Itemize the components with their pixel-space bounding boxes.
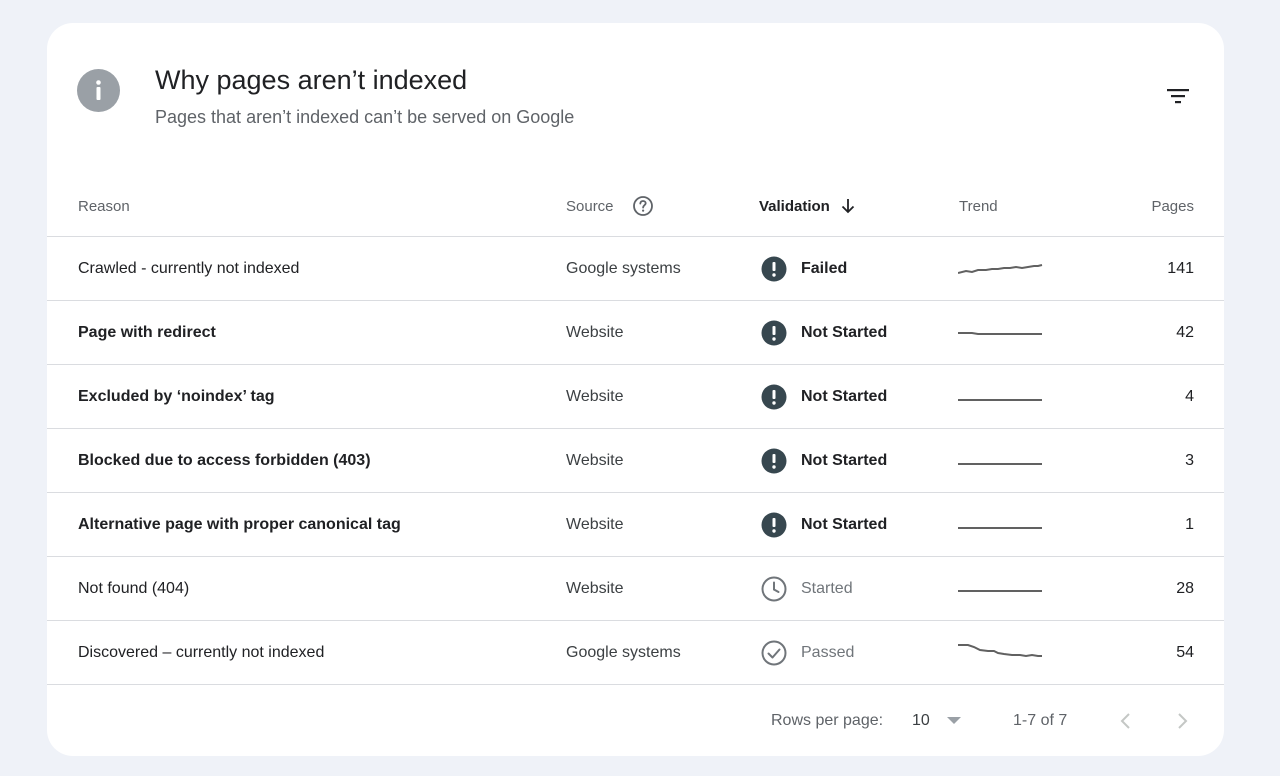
- page-title: Why pages aren’t indexed: [155, 65, 468, 95]
- row-reason: Not found (404): [78, 579, 190, 597]
- row-validation: Not Started: [760, 365, 887, 428]
- trend-sparkline: [958, 301, 1044, 364]
- alert-icon: [760, 447, 788, 475]
- previous-page-button[interactable]: [1108, 685, 1144, 756]
- column-header-trend: Trend: [959, 197, 998, 215]
- column-header-source[interactable]: Source: [566, 175, 654, 237]
- trend-sparkline: [958, 557, 1044, 620]
- row-pages: 141: [1167, 259, 1194, 277]
- row-source: Website: [566, 515, 624, 533]
- trend-sparkline: [958, 493, 1044, 556]
- alert-icon: [760, 255, 788, 283]
- table-header: Reason Source Validation Trend Pages: [47, 175, 1224, 237]
- alert-icon: [760, 511, 788, 539]
- validation-status: Not Started: [801, 323, 888, 341]
- row-source: Website: [566, 579, 624, 597]
- page-subtitle: Pages that aren’t indexed can’t be serve…: [155, 107, 575, 127]
- row-validation: Not Started: [760, 301, 887, 364]
- rows-per-page-select[interactable]: 10: [912, 685, 962, 756]
- row-pages: 42: [1176, 323, 1194, 341]
- trend-sparkline: [958, 429, 1044, 492]
- validation-status: Failed: [801, 259, 848, 277]
- validation-status: Not Started: [801, 451, 888, 469]
- table-row[interactable]: Blocked due to access forbidden (403) We…: [47, 429, 1224, 493]
- table-row[interactable]: Discovered – currently not indexed Googl…: [47, 621, 1224, 685]
- row-reason: Crawled - currently not indexed: [78, 259, 300, 277]
- row-source: Google systems: [566, 643, 681, 661]
- row-reason: Excluded by ‘noindex’ tag: [78, 387, 275, 405]
- table-row[interactable]: Alternative page with proper canonical t…: [47, 493, 1224, 557]
- chevron-right-icon: [1178, 712, 1188, 729]
- row-pages: 3: [1185, 451, 1194, 469]
- card-header: Why pages aren’t indexed Pages that aren…: [47, 23, 1224, 183]
- row-validation: Failed: [760, 237, 847, 300]
- row-pages: 28: [1176, 579, 1194, 597]
- row-source: Google systems: [566, 259, 681, 277]
- row-source: Website: [566, 323, 624, 341]
- filter-icon: [1167, 89, 1189, 104]
- row-reason: Alternative page with proper canonical t…: [78, 515, 401, 533]
- row-pages: 54: [1176, 643, 1194, 661]
- check-circle-icon: [760, 639, 788, 667]
- column-header-pages[interactable]: Pages: [1151, 175, 1194, 237]
- row-validation: Not Started: [760, 493, 887, 556]
- validation-status: Passed: [801, 643, 855, 661]
- row-validation: Passed: [760, 621, 854, 684]
- pagination-range: 1-7 of 7: [1013, 711, 1068, 729]
- trend-sparkline: [958, 365, 1044, 428]
- row-reason: Page with redirect: [78, 323, 216, 341]
- column-header-reason[interactable]: Reason: [78, 175, 130, 237]
- column-header-validation[interactable]: Validation: [759, 175, 856, 237]
- indexing-reasons-card: Why pages aren’t indexed Pages that aren…: [47, 23, 1224, 756]
- rows-per-page-label: Rows per page:: [771, 711, 884, 729]
- table-row[interactable]: Crawled - currently not indexed Google s…: [47, 237, 1224, 301]
- validation-status: Not Started: [801, 387, 888, 405]
- row-reason: Blocked due to access forbidden (403): [78, 451, 371, 469]
- info-icon: [77, 69, 120, 112]
- table-row[interactable]: Page with redirect Website Not Started 4…: [47, 301, 1224, 365]
- trend-sparkline: [958, 621, 1044, 684]
- table-row[interactable]: Not found (404) Website Started 28: [47, 557, 1224, 621]
- row-pages: 4: [1185, 387, 1194, 405]
- filter-button[interactable]: [1157, 75, 1199, 117]
- row-source: Website: [566, 451, 624, 469]
- pagination-footer: Rows per page: 10 1-7 of 7: [47, 685, 1224, 756]
- clock-icon: [760, 575, 788, 603]
- arrow-down-icon: [840, 197, 856, 215]
- row-validation: Started: [760, 557, 853, 620]
- validation-status: Not Started: [801, 515, 888, 533]
- chevron-left-icon: [1120, 712, 1130, 729]
- dropdown-arrow-icon: [946, 716, 962, 726]
- row-source: Website: [566, 387, 624, 405]
- row-reason: Discovered – currently not indexed: [78, 643, 325, 661]
- row-validation: Not Started: [760, 429, 887, 492]
- row-pages: 1: [1185, 515, 1194, 533]
- trend-sparkline: [958, 237, 1044, 300]
- next-page-button[interactable]: [1164, 685, 1200, 756]
- table-row[interactable]: Excluded by ‘noindex’ tag Website Not St…: [47, 365, 1224, 429]
- help-icon[interactable]: [632, 195, 654, 217]
- alert-icon: [760, 319, 788, 347]
- validation-status: Started: [801, 579, 853, 597]
- alert-icon: [760, 383, 788, 411]
- table-body: Crawled - currently not indexed Google s…: [47, 237, 1224, 685]
- rows-per-page-value: 10: [912, 711, 930, 729]
